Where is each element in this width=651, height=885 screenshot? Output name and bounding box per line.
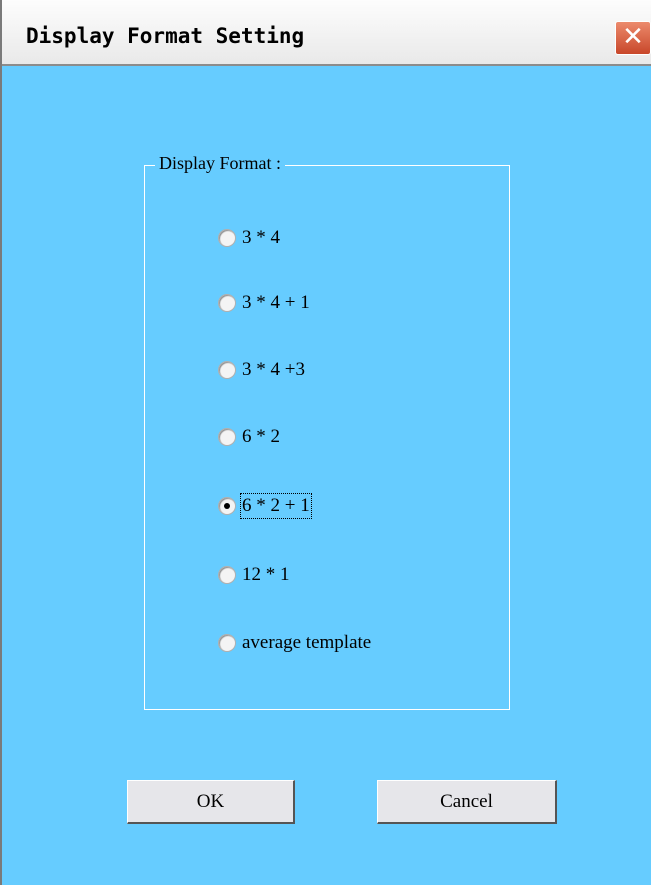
radio-button-icon[interactable] (218, 428, 236, 446)
dialog-title: Display Format Setting (26, 24, 305, 48)
option-label: average template (242, 632, 372, 653)
radio-option-average-template[interactable]: average template (218, 629, 371, 657)
option-label: 3 * 4 (242, 227, 280, 248)
option-label: 6 * 2 + 1 (240, 493, 312, 519)
ok-button[interactable]: OK (127, 780, 295, 824)
option-label: 6 * 2 (242, 426, 280, 447)
option-label: 3 * 4 +3 (242, 359, 305, 380)
group-label: Display Format : (155, 153, 285, 174)
title-bar[interactable]: Display Format Setting ✕ (2, 0, 651, 66)
display-format-dialog: Display Format Setting ✕ Display Format … (0, 0, 651, 885)
radio-button-selected-icon[interactable] (218, 497, 236, 515)
radio-option-3x4-plus-3[interactable]: 3 * 4 +3 (218, 356, 305, 384)
close-icon: ✕ (622, 22, 644, 52)
radio-option-3x4[interactable]: 3 * 4 (218, 224, 280, 252)
radio-button-icon[interactable] (218, 229, 236, 247)
radio-option-3x4-plus-1[interactable]: 3 * 4 + 1 (218, 289, 310, 317)
radio-option-6x2-plus-1[interactable]: 6 * 2 + 1 (218, 492, 312, 520)
option-label: 12 * 1 (242, 564, 290, 585)
radio-button-icon[interactable] (218, 294, 236, 312)
radio-button-icon[interactable] (218, 634, 236, 652)
radio-button-icon[interactable] (218, 361, 236, 379)
close-button[interactable]: ✕ (615, 21, 651, 55)
radio-button-icon[interactable] (218, 566, 236, 584)
option-label: 3 * 4 + 1 (242, 292, 310, 313)
cancel-button[interactable]: Cancel (377, 780, 557, 824)
radio-option-6x2[interactable]: 6 * 2 (218, 423, 280, 451)
radio-option-12x1[interactable]: 12 * 1 (218, 561, 290, 589)
